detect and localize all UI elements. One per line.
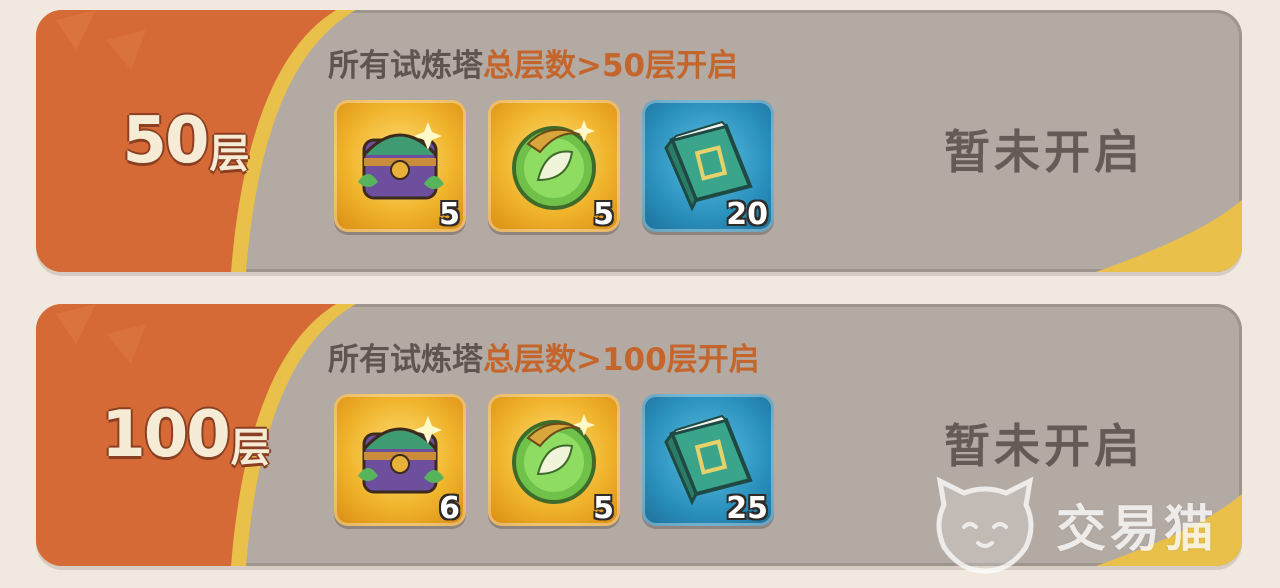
reward-quantity: 5 — [593, 491, 614, 526]
condition-prefix: 所有试炼塔 — [328, 48, 483, 84]
cat-logo-icon — [936, 476, 1034, 574]
tier-unit: 层 — [209, 131, 250, 177]
condition-prefix: 所有试炼塔 — [328, 342, 483, 378]
tier-number: 100 — [101, 398, 231, 472]
watermark-text: 交易猫 — [1056, 500, 1218, 558]
condition-highlight: 总层数>100层开启 — [483, 342, 760, 378]
unlock-condition: 所有试炼塔总层数>50层开启 — [328, 40, 738, 85]
reward-item[interactable]: 5 — [334, 100, 466, 232]
reward-item[interactable]: 5 — [488, 100, 620, 232]
reward-quantity: 5 — [593, 197, 614, 232]
condition-highlight: 总层数>50层开启 — [483, 48, 739, 84]
reward-quantity: 6 — [439, 491, 460, 526]
reward-quantity: 20 — [726, 197, 768, 232]
reward-item[interactable]: 6 — [334, 394, 466, 526]
watermark: 交易猫 — [930, 470, 1260, 580]
tier-label: 50 层 — [36, 10, 336, 272]
reward-list: 5 5 20 — [334, 100, 774, 232]
reward-item[interactable]: 25 — [642, 394, 774, 526]
reward-list: 6 5 25 — [334, 394, 774, 526]
reward-item[interactable]: 20 — [642, 100, 774, 232]
status-label: 暂未开启 — [944, 125, 1144, 179]
reward-quantity: 5 — [439, 197, 460, 232]
tier-label: 100 层 — [36, 304, 336, 566]
unlock-condition: 所有试炼塔总层数>100层开启 — [328, 334, 760, 379]
reward-tier-card-50: 50 层 所有试炼塔总层数>50层开启 5 5 20 暂未开启 — [36, 10, 1242, 272]
reward-quantity: 25 — [726, 491, 768, 526]
tier-number: 50 — [122, 104, 209, 178]
tier-unit: 层 — [230, 425, 271, 471]
reward-item[interactable]: 5 — [488, 394, 620, 526]
status-label: 暂未开启 — [944, 419, 1144, 473]
